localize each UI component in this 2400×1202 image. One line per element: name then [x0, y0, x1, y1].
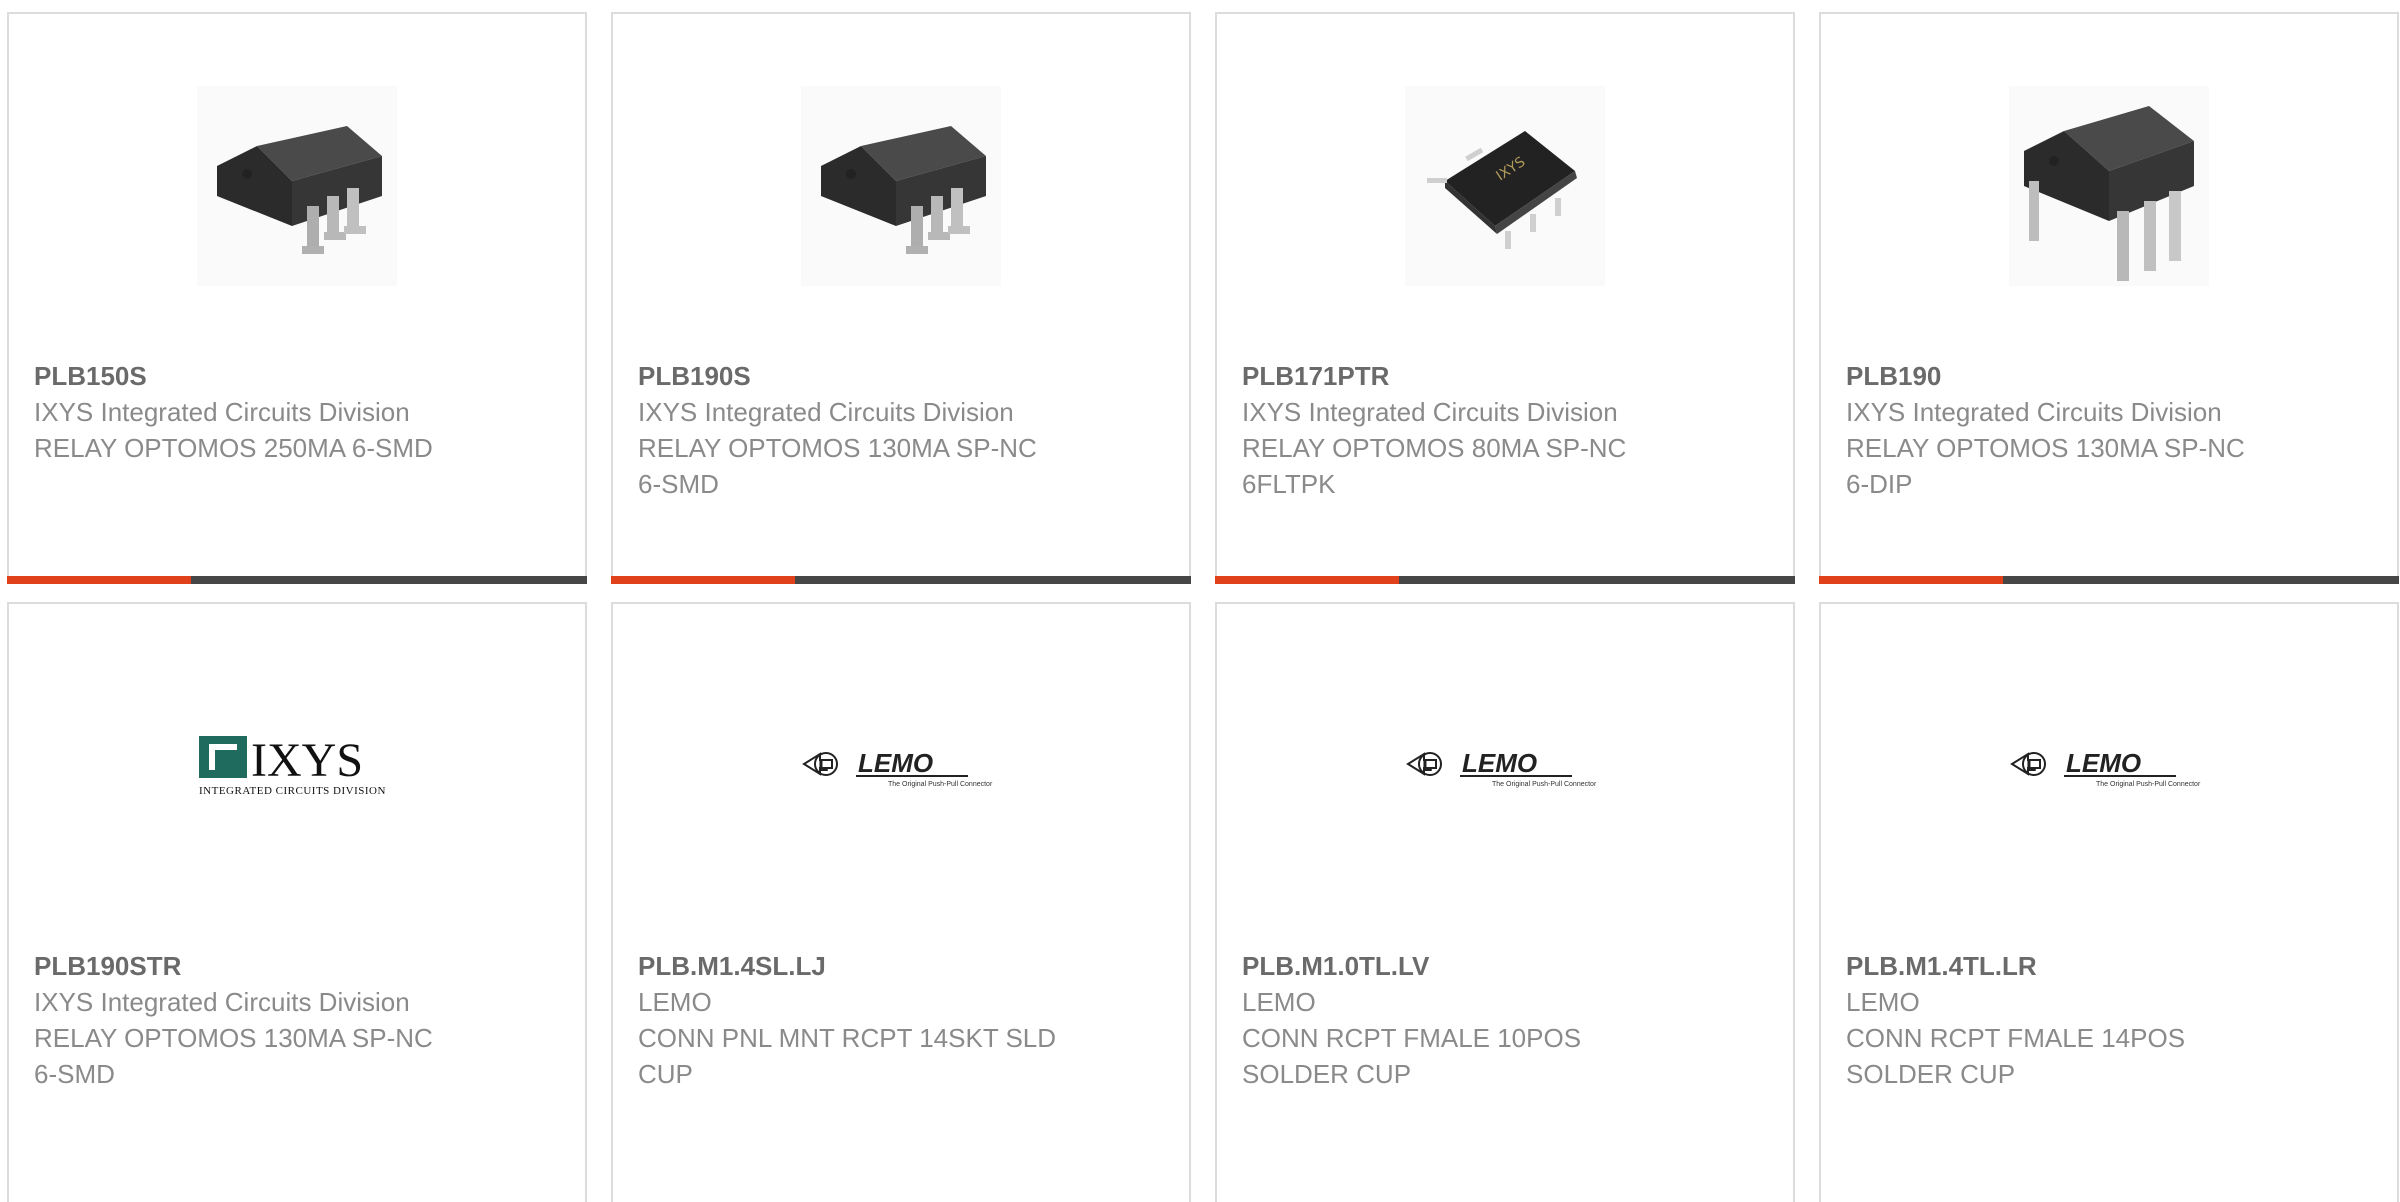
description: RELAY OPTOMOS 130MA SP-NC 6-SMD [638, 433, 1037, 499]
description: RELAY OPTOMOS 80MA SP-NC 6FLTPK [1242, 433, 1627, 499]
product-image[interactable] [801, 86, 1001, 286]
lemo-tagline: The Original Push-Pull Connector [1492, 781, 1597, 788]
part-number[interactable]: PLB171PTR [1242, 358, 1682, 394]
part-number[interactable]: PLB150S [34, 358, 474, 394]
card-footer-bar [1215, 576, 1795, 584]
product-info: PLB150S IXYS Integrated Circuits Divisio… [34, 358, 474, 466]
lemo-wordmark: LEMO [858, 748, 933, 778]
lemo-logo-icon: L LEMO The Original Push-Pull Connector [802, 748, 993, 788]
product-info: PLB190STR IXYS Integrated Circuits Divis… [34, 948, 474, 1092]
product-card[interactable]: PLB190 IXYS Integrated Circuits Division… [1819, 12, 2399, 584]
part-number[interactable]: PLB.M1.4SL.LJ [638, 948, 1078, 984]
part-number[interactable]: PLB.M1.0TL.LV [1242, 948, 1682, 984]
card-footer-bar [611, 576, 1191, 584]
part-number[interactable]: PLB190S [638, 358, 1078, 394]
product-image[interactable] [2009, 86, 2209, 286]
dip-smd-package-icon [801, 86, 1001, 286]
lemo-wordmark: LEMO [2066, 748, 2141, 778]
product-card[interactable]: IXYS PLB171PTR IXYS Integrated Circuits … [1215, 12, 1795, 584]
lemo-logo-icon: L LEMO The Original Push-Pull Connector [2010, 748, 2201, 788]
manufacturer: LEMO [1242, 987, 1316, 1017]
dip-smd-package-icon [197, 86, 397, 286]
description: CONN RCPT FMALE 14POS SOLDER CUP [1846, 1023, 2186, 1089]
ixys-wordmark: IXYS [251, 734, 363, 787]
product-card[interactable]: PLB190S IXYS Integrated Circuits Divisio… [611, 12, 1191, 584]
description: RELAY OPTOMOS 130MA SP-NC 6-DIP [1846, 433, 2245, 499]
card-footer-bar [7, 576, 587, 584]
product-card[interactable]: L LEMO The Original Push-Pull Connector … [611, 602, 1191, 1202]
lemo-tagline: The Original Push-Pull Connector [2096, 781, 2201, 788]
product-image[interactable]: L LEMO The Original Push-Pull Connector [1402, 744, 1612, 790]
manufacturer: IXYS Integrated Circuits Division [34, 987, 410, 1017]
product-info: PLB.M1.0TL.LV LEMO CONN RCPT FMALE 10POS… [1242, 948, 1682, 1092]
product-grid: PLB150S IXYS Integrated Circuits Divisio… [0, 0, 2400, 1202]
manufacturer: IXYS Integrated Circuits Division [1846, 397, 2222, 427]
description: CONN PNL MNT RCPT 14SKT SLD CUP [638, 1023, 1057, 1089]
manufacturer: IXYS Integrated Circuits Division [34, 397, 410, 427]
ixys-logo-icon: IXYS Integrated Circuits Division [199, 734, 386, 797]
product-image[interactable] [197, 86, 397, 286]
manufacturer: IXYS Integrated Circuits Division [638, 397, 1014, 427]
product-info: PLB.M1.4SL.LJ LEMO CONN PNL MNT RCPT 14S… [638, 948, 1078, 1092]
dip-package-icon [2009, 86, 2209, 286]
product-card[interactable]: L LEMO The Original Push-Pull Connector … [1215, 602, 1795, 1202]
card-footer-bar [1819, 576, 2399, 584]
product-info: PLB190S IXYS Integrated Circuits Divisio… [638, 358, 1078, 502]
product-image[interactable]: L LEMO The Original Push-Pull Connector [798, 744, 1008, 790]
svg-text:L: L [1422, 756, 1432, 775]
part-number[interactable]: PLB.M1.4TL.LR [1846, 948, 2286, 984]
product-info: PLB190 IXYS Integrated Circuits Division… [1846, 358, 2286, 502]
part-number[interactable]: PLB190 [1846, 358, 2286, 394]
product-card[interactable]: PLB150S IXYS Integrated Circuits Divisio… [7, 12, 587, 584]
product-image[interactable]: IXYS Integrated Circuits Division [197, 730, 407, 800]
manufacturer: LEMO [1846, 987, 1920, 1017]
lemo-logo-icon: L LEMO The Original Push-Pull Connector [1406, 748, 1597, 788]
product-card[interactable]: L LEMO The Original Push-Pull Connector … [1819, 602, 2399, 1202]
lemo-tagline: The Original Push-Pull Connector [888, 781, 993, 788]
description: RELAY OPTOMOS 130MA SP-NC 6-SMD [34, 1023, 433, 1089]
ixys-tagline: Integrated Circuits Division [199, 785, 386, 797]
manufacturer: IXYS Integrated Circuits Division [1242, 397, 1618, 427]
product-card[interactable]: IXYS Integrated Circuits Division PLB190… [7, 602, 587, 1202]
product-image[interactable]: IXYS [1405, 86, 1605, 286]
description: RELAY OPTOMOS 250MA 6-SMD [34, 433, 433, 463]
svg-text:L: L [818, 756, 828, 775]
flatpack-package-icon: IXYS [1405, 86, 1605, 286]
product-info: PLB.M1.4TL.LR LEMO CONN RCPT FMALE 14POS… [1846, 948, 2286, 1092]
manufacturer: LEMO [638, 987, 712, 1017]
lemo-wordmark: LEMO [1462, 748, 1537, 778]
description: CONN RCPT FMALE 10POS SOLDER CUP [1242, 1023, 1582, 1089]
product-info: PLB171PTR IXYS Integrated Circuits Divis… [1242, 358, 1682, 502]
product-image[interactable]: L LEMO The Original Push-Pull Connector [2006, 744, 2216, 790]
part-number[interactable]: PLB190STR [34, 948, 474, 984]
svg-text:L: L [2026, 756, 2036, 775]
